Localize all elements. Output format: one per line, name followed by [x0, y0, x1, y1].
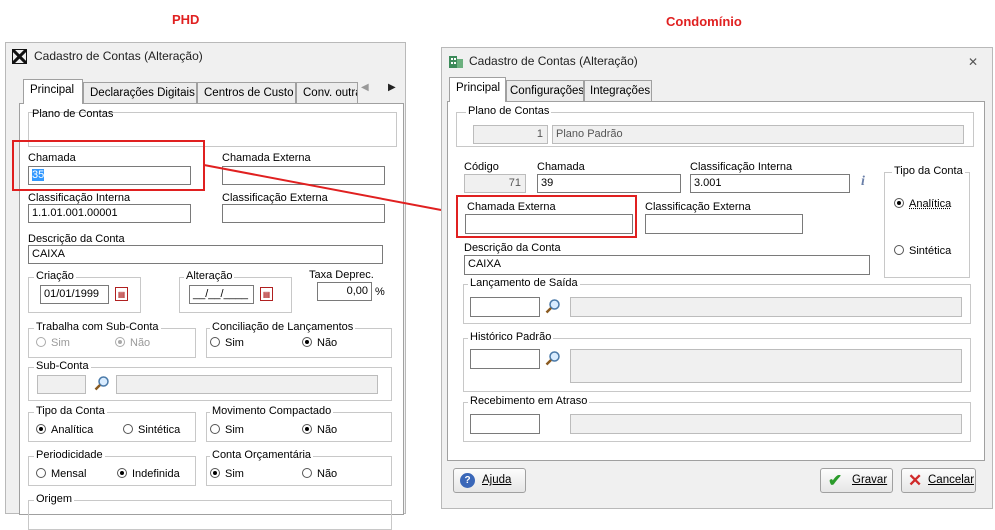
- condo-classificacao-externa-label: Classificação Externa: [645, 201, 751, 213]
- building-icon: [448, 53, 464, 69]
- condo-recebimento-desc-input[interactable]: [570, 414, 962, 434]
- condo-codigo-input[interactable]: 71: [464, 174, 526, 193]
- condo-chamada-input[interactable]: 39: [537, 174, 681, 193]
- cancelar-label: Cancelar: [928, 469, 974, 492]
- condo-plano-name-input[interactable]: Plano Padrão: [552, 125, 964, 144]
- condo-tipo-group: [884, 172, 970, 278]
- gravar-button[interactable]: ✔ Gravar: [820, 468, 893, 493]
- condo-principal-panel: Plano de Contas 1 Plano Padrão Código 71…: [447, 101, 985, 461]
- condo-lancamento-desc-input[interactable]: [570, 297, 962, 317]
- condo-codigo-label: Código: [464, 161, 499, 173]
- condo-tipo-group-label: Tipo da Conta: [892, 165, 965, 177]
- condo-lancamento-code-input[interactable]: [470, 297, 540, 317]
- condo-tipo-sintetica-radio[interactable]: Sintética: [894, 245, 951, 257]
- condo-tab-configuracoes[interactable]: Configurações: [506, 80, 584, 102]
- condo-plano-code-input[interactable]: 1: [473, 125, 548, 144]
- condo-titlebar: Cadastro de Contas (Alteração) ✕: [442, 48, 992, 74]
- condo-recebimento-group-label: Recebimento em Atraso: [468, 395, 589, 407]
- condo-recebimento-code-input[interactable]: [470, 414, 540, 434]
- condo-historico-desc-input[interactable]: [570, 349, 962, 383]
- condo-historico-group-label: Histórico Padrão: [468, 331, 553, 343]
- phd-tab-principal[interactable]: Principal: [23, 79, 83, 104]
- condo-descricao-label: Descrição da Conta: [464, 242, 561, 254]
- ajuda-button[interactable]: ? Ajuda: [453, 468, 526, 493]
- close-icon[interactable]: ✕: [968, 55, 978, 69]
- condo-classificacao-interna-input[interactable]: 3.001: [690, 174, 850, 193]
- search-icon[interactable]: [545, 298, 561, 314]
- cancel-x-icon: ✕: [908, 470, 922, 491]
- search-icon[interactable]: [545, 350, 561, 366]
- gravar-label: Gravar: [852, 469, 887, 492]
- condo-window-title: Cadastro de Contas (Alteração): [469, 54, 638, 68]
- condo-lancamento-group-label: Lançamento de Saída: [468, 277, 580, 289]
- ajuda-label: Ajuda: [482, 469, 511, 492]
- condo-descricao-input[interactable]: CAIXA: [464, 255, 870, 275]
- cancelar-button[interactable]: ✕ Cancelar: [901, 468, 976, 493]
- condo-window: Cadastro de Contas (Alteração) ✕ Princip…: [441, 47, 993, 509]
- help-icon: ?: [460, 473, 475, 488]
- condo-chamada-label: Chamada: [537, 161, 585, 173]
- highlight-box-condo-chamada-externa: [456, 195, 637, 238]
- condo-plano-label: Plano de Contas: [466, 105, 551, 117]
- condo-classificacao-interna-label: Classificação Interna: [690, 161, 792, 173]
- check-icon: ✔: [828, 470, 842, 491]
- condo-historico-code-input[interactable]: [470, 349, 540, 369]
- condo-classificacao-externa-input[interactable]: [645, 214, 803, 234]
- info-icon[interactable]: i: [861, 174, 865, 190]
- condo-tab-principal[interactable]: Principal: [449, 77, 506, 102]
- condo-tipo-analitica-radio[interactable]: Analítica: [894, 198, 951, 210]
- condo-tab-integracoes[interactable]: Integrações: [584, 80, 652, 102]
